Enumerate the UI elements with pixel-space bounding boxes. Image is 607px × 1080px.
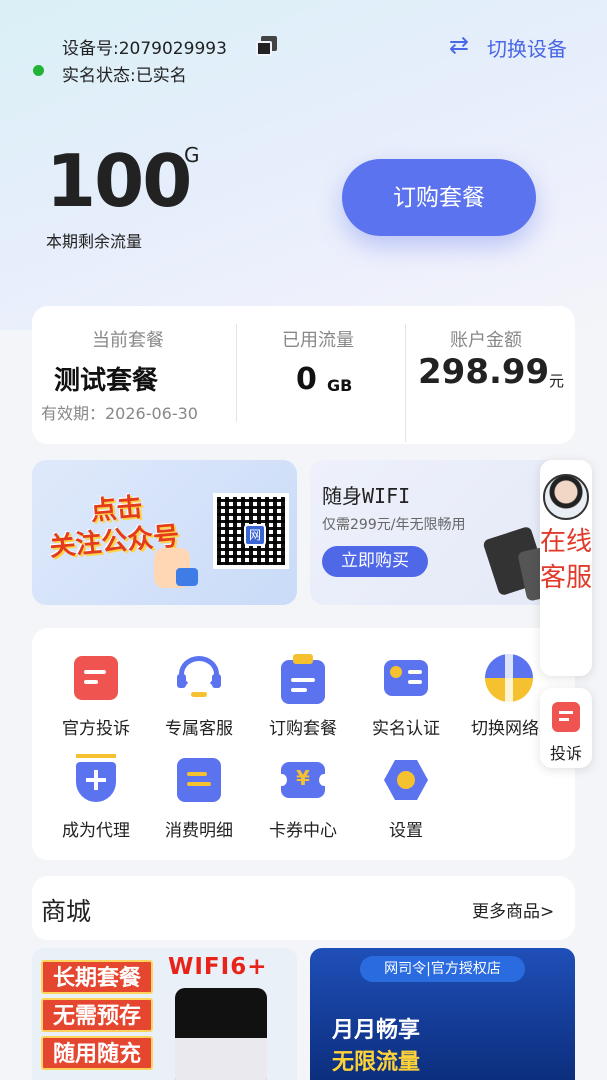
router-image (175, 988, 267, 1080)
wifi-banner-subtitle: 仅需299元/年无限畅用 (322, 517, 466, 533)
headset-icon (173, 652, 225, 704)
product-subheadline: 无限流量 (332, 1050, 421, 1075)
divider (236, 324, 237, 422)
current-plan-name: 测试套餐 (54, 366, 159, 396)
qr-code: 网 (213, 493, 289, 569)
copy-icon[interactable] (256, 36, 278, 56)
product-headline: 月月畅享 (332, 1018, 421, 1043)
shop-title: 商城 (41, 897, 92, 926)
plan-expiry: 有效期：2026-06-30 (41, 404, 198, 423)
id-card-icon (380, 652, 432, 704)
complaint-icon (552, 702, 580, 732)
product-tag: 随用随充 (41, 1036, 153, 1070)
follow-official-account-banner[interactable]: 点击 关注公众号 网 (32, 460, 297, 605)
more-products-link[interactable]: 更多商品> (472, 897, 554, 922)
pointing-hand-icon (154, 548, 198, 588)
used-traffic-value: 0 (296, 362, 317, 397)
service-agent[interactable]: 成为代理 (44, 754, 148, 841)
product-banner-wifi6[interactable]: 长期套餐 无需预存 随用随充 WIFI6+ (32, 948, 297, 1080)
online-service-text: 在线客服 (540, 527, 593, 593)
current-plan-label: 当前套餐 (92, 330, 164, 351)
divider (405, 324, 406, 442)
service-label: 卡券中心 (269, 821, 337, 841)
service-support[interactable]: 专属客服 (147, 652, 251, 739)
product-tag: 无需预存 (41, 998, 153, 1032)
service-label: 成为代理 (62, 821, 130, 841)
service-label: 官方投诉 (62, 719, 130, 739)
globe-icon (483, 652, 535, 704)
settings-icon (380, 754, 432, 806)
product-banner-unlimited[interactable]: 网司令|官方授权店 月月畅享 无限流量 (310, 948, 575, 1080)
balance-value: 298.99 (418, 352, 550, 392)
switch-device-button[interactable]: 切换设备 (487, 33, 567, 62)
services-grid: 官方投诉 专属客服 订购套餐 实名认证 切换网络 成为代理 消费明细 ¥ 卡券中… (32, 628, 575, 860)
agent-avatar (543, 474, 589, 520)
complaint-icon (70, 652, 122, 704)
service-label: 实名认证 (372, 719, 440, 739)
complaint-float[interactable]: 投诉 (540, 688, 592, 768)
wifi-banner-title: 随身WIFI (322, 484, 411, 508)
used-traffic-label: 已用流量 (282, 330, 354, 351)
clipboard-icon (277, 652, 329, 704)
bill-icon (173, 754, 225, 806)
remaining-traffic-value: 100 (46, 139, 192, 223)
remaining-traffic-unit: G (184, 143, 200, 167)
shield-plus-icon (70, 754, 122, 806)
realname-status: 实名状态:已实名 (62, 66, 187, 86)
product-brand: WIFI6+ (168, 954, 268, 980)
service-label: 设置 (389, 821, 423, 841)
store-badge: 网司令|官方授权店 (360, 956, 525, 982)
service-realname[interactable]: 实名认证 (354, 652, 458, 739)
balance-unit: 元 (549, 372, 565, 390)
qr-logo-icon: 网 (244, 524, 266, 546)
complaint-label: 投诉 (549, 744, 582, 763)
used-traffic-unit: GB (327, 376, 353, 395)
balance-label: 账户金额 (450, 330, 522, 351)
service-order[interactable]: 订购套餐 (251, 652, 355, 739)
coupon-icon: ¥ (277, 754, 329, 806)
service-billing[interactable]: 消费明细 (147, 754, 251, 841)
online-service-float[interactable]: 在线客服 (540, 460, 592, 676)
service-settings[interactable]: 设置 (354, 754, 458, 841)
buy-now-button[interactable]: 立即购买 (322, 546, 428, 577)
status-dot (33, 65, 44, 76)
service-label: 专属客服 (165, 719, 233, 739)
switch-icon[interactable]: ⇄ (449, 33, 475, 57)
service-complaint[interactable]: 官方投诉 (44, 652, 148, 739)
service-coupons[interactable]: ¥ 卡券中心 (251, 754, 355, 841)
service-label: 订购套餐 (269, 719, 337, 739)
order-plan-button[interactable]: 订购套餐 (342, 159, 536, 236)
portable-wifi-banner[interactable]: 随身WIFI 仅需299元/年无限畅用 立即购买 (310, 460, 575, 605)
service-label: 消费明细 (165, 821, 233, 841)
device-number: 设备号:2079029993 (62, 39, 227, 59)
product-tag: 长期套餐 (41, 960, 153, 994)
remaining-traffic-label: 本期剩余流量 (46, 232, 143, 251)
